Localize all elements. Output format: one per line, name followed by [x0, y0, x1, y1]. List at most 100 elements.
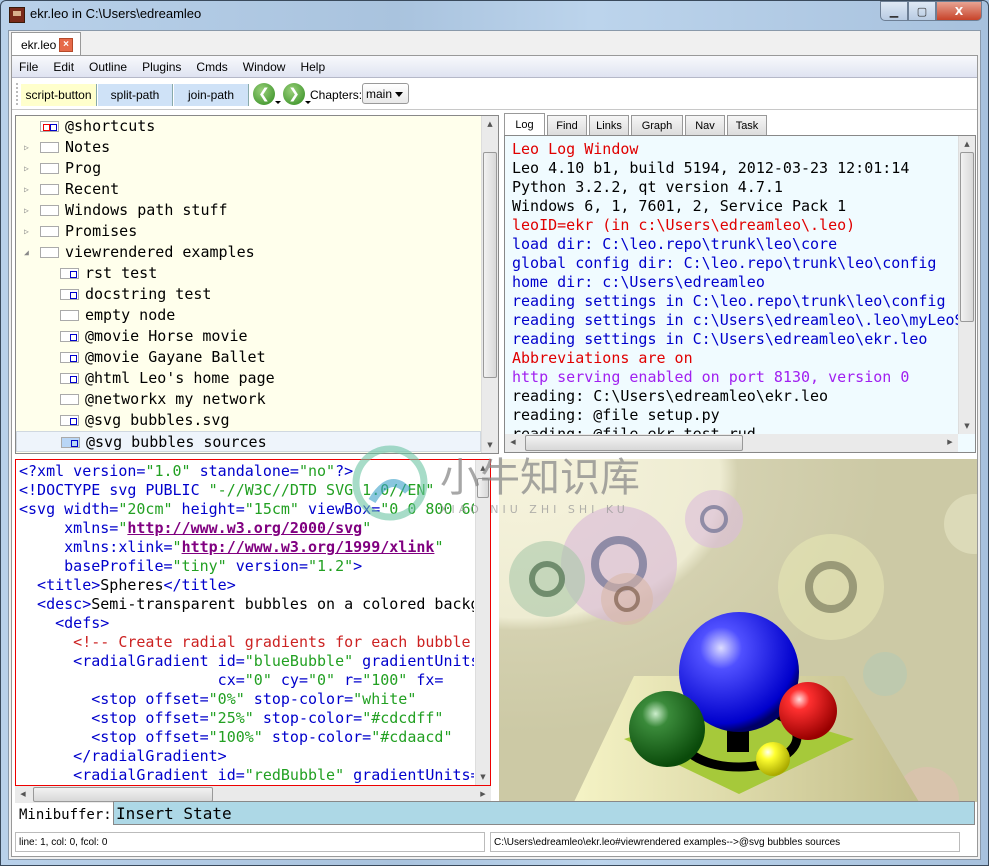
- node-icon: [40, 184, 59, 195]
- scroll-left-icon[interactable]: ◀: [15, 786, 31, 803]
- title-bar[interactable]: ekr.leo in C:\Users\edreamleo ▁ ▢ X: [1, 1, 988, 29]
- code-token: "redBubble": [244, 766, 345, 784]
- outline-node-label: @movie Gayane Ballet: [85, 348, 266, 366]
- maximize-button[interactable]: ▢: [908, 1, 936, 21]
- split-path-button[interactable]: split-path: [98, 84, 173, 106]
- collapsed-triangle-icon[interactable]: ▷: [24, 200, 29, 221]
- scroll-up-icon[interactable]: ▲: [482, 116, 498, 132]
- collapsed-triangle-icon[interactable]: ▷: [24, 158, 29, 179]
- code-line: <radialGradient id="redBubble" gradientU…: [19, 766, 474, 785]
- node-icon: [61, 437, 80, 448]
- scroll-left-icon[interactable]: ◀: [505, 434, 521, 452]
- outline-node[interactable]: ◢ viewrendered examples: [16, 242, 481, 263]
- menu-plugins[interactable]: Plugins: [142, 60, 181, 74]
- menu-help[interactable]: Help: [300, 60, 325, 74]
- toolbar-grip[interactable]: [16, 83, 19, 105]
- minimize-button[interactable]: ▁: [880, 1, 908, 21]
- minimize-icon: ▁: [889, 4, 899, 18]
- menu-bar: File Edit Outline Plugins Cmds Window Help: [12, 56, 977, 78]
- code-token: ": [362, 519, 372, 537]
- log-line: Leo 4.10 b1, build 5194, 2012-03-23 12:0…: [512, 159, 910, 177]
- forward-arrow-icon[interactable]: ❯: [283, 83, 311, 105]
- scroll-up-icon[interactable]: ▲: [959, 136, 975, 152]
- close-window-button[interactable]: X: [936, 1, 982, 21]
- code-token: ": [172, 538, 182, 556]
- code-line: cx="0" cy="0" r="100" fx=: [19, 671, 444, 690]
- menu-cmds[interactable]: Cmds: [196, 60, 227, 74]
- code-token: "1.2": [308, 557, 354, 575]
- log-hscrollbar[interactable]: ◀ ▶: [505, 434, 958, 452]
- scroll-thumb[interactable]: [33, 787, 213, 802]
- script-button[interactable]: script-button: [21, 84, 97, 106]
- collapsed-triangle-icon[interactable]: ▷: [24, 221, 29, 242]
- code-line: baseProfile="tiny" version="1.2">: [19, 557, 362, 576]
- log-tab-links[interactable]: Links: [589, 115, 629, 136]
- outline-node[interactable]: docstring test: [16, 284, 481, 305]
- scroll-down-icon[interactable]: ▼: [959, 418, 975, 434]
- log-line: load dir: C:\leo.repo\trunk\leo\core: [512, 235, 838, 253]
- menu-outline[interactable]: Outline: [89, 60, 127, 74]
- outline-node[interactable]: empty node: [16, 305, 481, 326]
- code-token: <stop offset=: [19, 690, 209, 708]
- green-sphere: [629, 691, 705, 767]
- menu-edit[interactable]: Edit: [53, 60, 74, 74]
- close-tab-icon[interactable]: ×: [59, 38, 73, 52]
- outline-node[interactable]: ▷ Notes: [16, 137, 481, 158]
- log-tab-graph[interactable]: Graph: [631, 115, 683, 136]
- log-tab-log[interactable]: Log: [504, 113, 545, 136]
- document-tab[interactable]: ekr.leo ×: [11, 32, 81, 56]
- node-icon: [60, 331, 79, 342]
- expanded-triangle-icon[interactable]: ◢: [24, 242, 29, 263]
- collapsed-triangle-icon[interactable]: ▷: [24, 137, 29, 158]
- code-token: stop-color=: [253, 709, 363, 727]
- log-tab-nav[interactable]: Nav: [685, 115, 725, 136]
- chapters-select[interactable]: main: [362, 83, 409, 104]
- code-token: xmlns:xlink=: [19, 538, 173, 556]
- scroll-right-icon[interactable]: ▶: [942, 434, 958, 452]
- collapsed-triangle-icon[interactable]: ▷: [24, 179, 29, 200]
- outline-node[interactable]: ▷ Recent: [16, 179, 481, 200]
- code-link[interactable]: http://www.w3.org/1999/xlink: [182, 538, 435, 556]
- node-icon: [60, 415, 79, 426]
- join-path-button[interactable]: join-path: [174, 84, 249, 106]
- scroll-down-icon[interactable]: ▼: [476, 769, 490, 785]
- outline-node[interactable]: ▷ Prog: [16, 158, 481, 179]
- code-token: "1.0": [145, 462, 191, 480]
- outline-node[interactable]: @html Leo's home page: [16, 368, 481, 389]
- outline-node[interactable]: @networkx my network: [16, 389, 481, 410]
- outline-node[interactable]: @movie Horse movie: [16, 326, 481, 347]
- scroll-thumb[interactable]: [483, 152, 497, 378]
- code-token: <stop offset=: [19, 728, 209, 746]
- body-editor[interactable]: <?xml version="1.0" standalone="no"?> <!D…: [15, 459, 491, 786]
- outline-node[interactable]: @svg bubbles sources: [16, 431, 481, 452]
- outline-vscrollbar[interactable]: ▲ ▼: [481, 116, 498, 453]
- scroll-thumb[interactable]: [525, 435, 743, 451]
- scroll-up-icon[interactable]: ▲: [476, 460, 490, 476]
- menu-file[interactable]: File: [19, 60, 38, 74]
- menu-window[interactable]: Window: [243, 60, 286, 74]
- node-icon: [60, 268, 79, 279]
- code-token: "25%": [208, 709, 254, 727]
- back-arrow-icon[interactable]: ❮: [253, 83, 281, 105]
- log-tab-task[interactable]: Task: [727, 115, 767, 136]
- outline-node[interactable]: ▷ Windows path stuff: [16, 200, 481, 221]
- outline-node[interactable]: @shortcuts: [16, 116, 481, 137]
- code-line: <stop offset="0%" stop-color="white": [19, 690, 416, 709]
- outline-node[interactable]: ▷ Promises: [16, 221, 481, 242]
- outline-node[interactable]: @movie Gayane Ballet: [16, 347, 481, 368]
- scroll-thumb[interactable]: [477, 478, 489, 498]
- minibuffer-input[interactable]: Insert State: [113, 801, 975, 825]
- log-tab-find[interactable]: Find: [547, 115, 587, 136]
- outline-node[interactable]: rst test: [16, 263, 481, 284]
- scroll-down-icon[interactable]: ▼: [482, 437, 498, 453]
- code-link[interactable]: http://www.w3.org/2000/svg: [127, 519, 362, 537]
- code-line: xmlns:xlink="http://www.w3.org/1999/xlin…: [19, 538, 443, 557]
- scroll-thumb[interactable]: [960, 152, 974, 322]
- body-vscrollbar[interactable]: ▲ ▼: [475, 460, 490, 785]
- outline-node-label: viewrendered examples: [65, 243, 255, 261]
- log-vscrollbar[interactable]: ▲ ▼: [958, 136, 975, 434]
- code-token: "0": [308, 671, 336, 689]
- rendered-svg-pane: [499, 459, 977, 802]
- outline-node[interactable]: @svg bubbles.svg: [16, 410, 481, 431]
- code-token: <?xml version=: [19, 462, 146, 480]
